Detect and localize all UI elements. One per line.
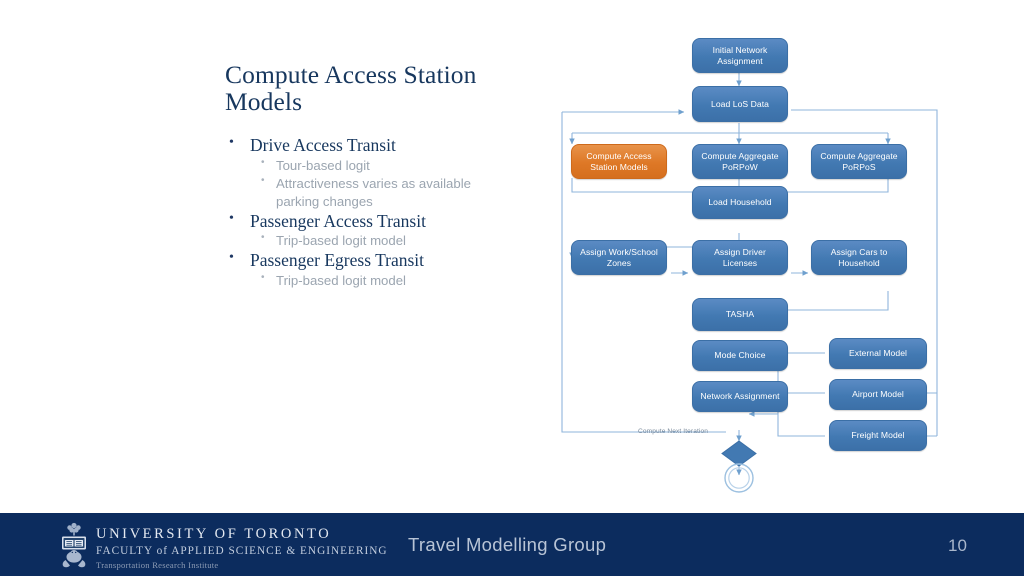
node-load-los-data[interactable]: Load LoS Data xyxy=(692,86,788,122)
bullet-list: Drive Access Transit Tour-based logit At… xyxy=(225,134,535,290)
node-network-assignment[interactable]: Network Assignment xyxy=(692,381,788,412)
node-compute-access-station-models[interactable]: Compute Access Station Models xyxy=(571,144,667,179)
decision-diamond xyxy=(721,440,757,467)
sub-bullet: Attractiveness varies as available xyxy=(225,175,535,193)
node-tasha[interactable]: TASHA xyxy=(692,298,788,331)
node-freight-model[interactable]: Freight Model xyxy=(829,420,927,451)
node-mode-choice[interactable]: Mode Choice xyxy=(692,340,788,371)
logo-faculty-name: FACULTY of APPLIED SCIENCE & ENGINEERING xyxy=(96,544,388,557)
sub-bullet: Trip-based logit model xyxy=(225,232,535,250)
uoft-crest-icon xyxy=(62,522,86,568)
node-assign-work-school-zones[interactable]: Assign Work/School Zones xyxy=(571,240,667,275)
bullet-passenger-egress-transit: Passenger Egress Transit xyxy=(225,249,535,272)
page-title: Compute Access Station Models xyxy=(225,60,477,116)
node-airport-model[interactable]: Airport Model xyxy=(829,379,927,410)
node-assign-cars-to-household[interactable]: Assign Cars to Household xyxy=(811,240,907,275)
node-external-model[interactable]: External Model xyxy=(829,338,927,369)
slide-page-number: 10 xyxy=(948,536,967,555)
sub-bullet: Trip-based logit model xyxy=(225,272,535,290)
logo-university-name: UNIVERSITY OF TORONTO xyxy=(96,526,332,542)
node-compute-aggregate-porpow[interactable]: Compute Aggregate PoRPoW xyxy=(692,144,788,179)
node-assign-driver-licenses[interactable]: Assign Driver Licenses xyxy=(692,240,788,275)
university-of-toronto-logo: UNIVERSITY OF TORONTO FACULTY of APPLIED… xyxy=(57,519,388,571)
bullet-drive-access-transit: Drive Access Transit xyxy=(225,134,535,157)
node-compute-aggregate-porpos[interactable]: Compute Aggregate PoRPoS xyxy=(811,144,907,179)
node-initial-network-assignment[interactable]: Initial Network Assignment xyxy=(692,38,788,73)
bullet-passenger-access-transit: Passenger Access Transit xyxy=(225,210,535,233)
model-flowchart-diagram: Initial Network Assignment Load LoS Data… xyxy=(548,20,968,510)
footer-title: Travel Modelling Group xyxy=(408,534,607,555)
logo-text-block: UNIVERSITY OF TORONTO FACULTY of APPLIED… xyxy=(96,519,388,570)
sub-bullet-continuation: parking changes xyxy=(276,193,373,209)
sub-bullet: Tour-based logit xyxy=(225,157,535,175)
iteration-loop-label: Compute Next Iteration xyxy=(638,428,709,435)
logo-institute-name: Transportation Research Institute xyxy=(96,559,219,570)
node-load-household[interactable]: Load Household xyxy=(692,186,788,219)
